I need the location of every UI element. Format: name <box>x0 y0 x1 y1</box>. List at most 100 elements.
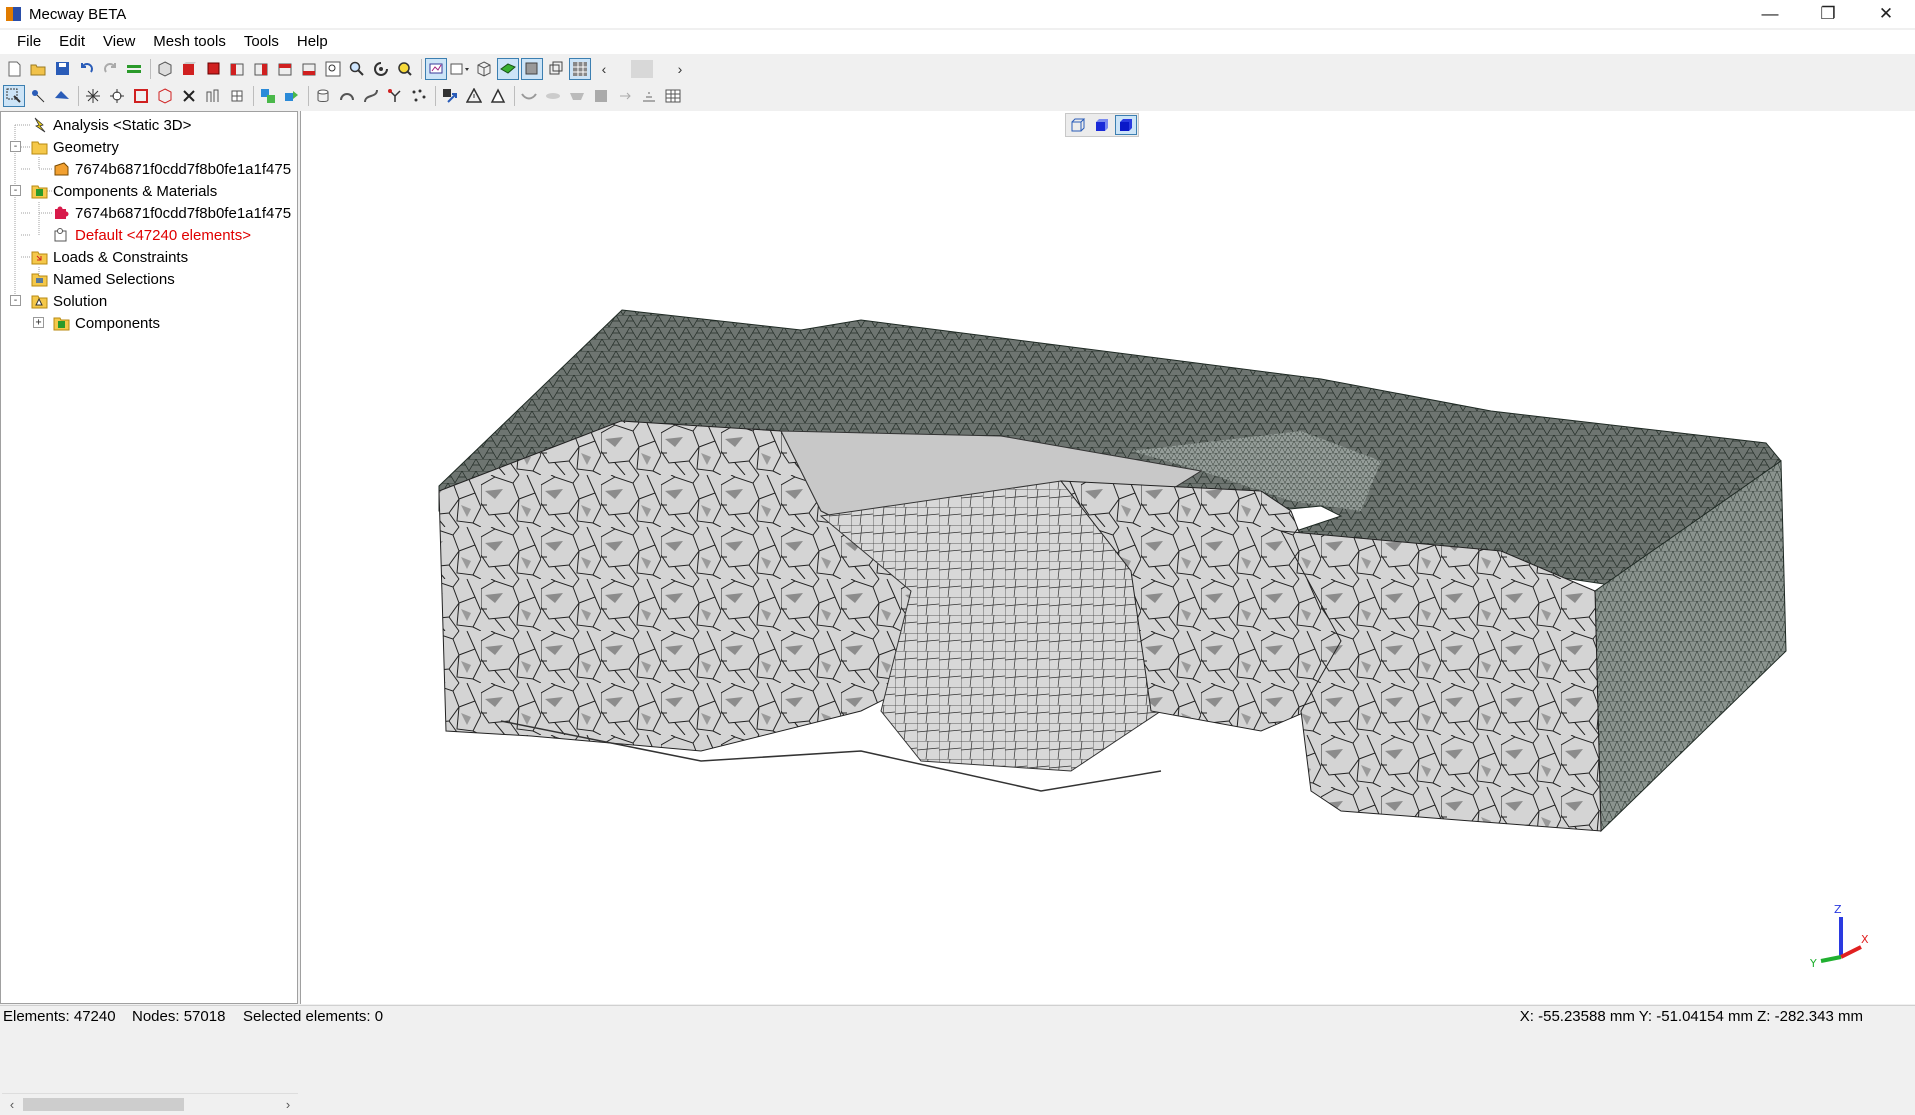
wireframe-button[interactable] <box>473 58 495 80</box>
mesh-front-right-face <box>1280 530 1602 832</box>
shell-disabled-button <box>542 85 564 107</box>
grid-disabled-button <box>590 85 612 107</box>
select-element-button[interactable] <box>51 85 73 107</box>
menu-help[interactable]: Help <box>288 30 337 54</box>
tree-geometry-label: Geometry <box>53 138 119 156</box>
mesh-display-button[interactable] <box>569 57 591 80</box>
scatter-button[interactable] <box>408 85 430 107</box>
folder-icon <box>31 141 48 155</box>
tree-solution-components-label: Components <box>75 314 161 332</box>
collapse-components-toggle[interactable]: - <box>10 185 21 196</box>
equals-icon-button[interactable] <box>123 58 145 80</box>
tree-component-item[interactable]: 7674b6871f0cdd7f8b0fe1a1f475 <box>53 202 291 224</box>
scroll-left-arrow[interactable]: ‹ <box>2 1094 22 1115</box>
view-left-button[interactable] <box>226 58 248 80</box>
view-front-button[interactable] <box>178 58 200 80</box>
undo-button[interactable] <box>75 58 97 80</box>
menu-file[interactable]: File <box>8 30 50 54</box>
tree-named-selections[interactable]: Named Selections <box>31 268 175 290</box>
tree-default-elements[interactable]: Default <47240 elements> <box>53 224 251 246</box>
tree-components-materials[interactable]: Components & Materials <box>31 180 217 202</box>
menu-view[interactable]: View <box>94 30 144 54</box>
display-options-dropdown[interactable] <box>449 58 471 80</box>
scrollbar-thumb[interactable] <box>23 1098 184 1111</box>
explode-button[interactable] <box>82 85 104 107</box>
select-box-button[interactable] <box>3 84 25 107</box>
tree-solution-label: Solution <box>53 292 108 310</box>
save-button[interactable] <box>51 58 73 80</box>
axis-y-label: Y <box>1809 957 1817 970</box>
tree-analysis[interactable]: Analysis <Static 3D> <box>31 114 191 136</box>
app-icon <box>5 5 23 23</box>
empty-component-icon <box>54 228 67 242</box>
tree-loads-constraints[interactable]: Loads & Constraints <box>31 246 188 268</box>
zoom-button[interactable] <box>346 58 368 80</box>
view-top-button[interactable] <box>274 58 296 80</box>
surface-disabled-button <box>518 85 540 107</box>
cylinder-button[interactable] <box>312 85 334 107</box>
align-disabled-button <box>638 85 660 107</box>
tree-loads-constraints-label: Loads & Constraints <box>53 248 189 266</box>
view-right-button[interactable] <box>250 58 272 80</box>
tree-solution[interactable]: Solution <box>31 290 107 312</box>
restore-button[interactable]: ❐ <box>1799 0 1857 28</box>
model-tree: Analysis <Static 3D> - Geometry 7674b687… <box>0 111 298 1114</box>
scroll-left-button[interactable]: ‹ <box>593 58 615 80</box>
open-file-button[interactable] <box>27 58 49 80</box>
menu-tools[interactable]: Tools <box>235 30 288 54</box>
tree-geometry-item[interactable]: 7674b6871f0cdd7f8b0fe1a1f475 <box>53 158 291 180</box>
scroll-right-button[interactable]: › <box>669 58 691 80</box>
toolbar-separator <box>308 85 309 106</box>
revolve-button[interactable] <box>336 85 358 107</box>
rotate-button[interactable] <box>370 58 392 80</box>
split-button[interactable] <box>384 85 406 107</box>
extrude-button[interactable] <box>202 85 224 107</box>
close-button[interactable]: ✕ <box>1857 0 1915 28</box>
minimize-button[interactable]: — <box>1741 0 1799 28</box>
tree-solution-components[interactable]: Components <box>53 312 160 334</box>
copy-mesh-button[interactable] <box>257 85 279 107</box>
tree-components-materials-label: Components & Materials <box>53 182 218 200</box>
status-bar: Elements: 47240 Nodes: 57018 Selected el… <box>0 1005 1915 1027</box>
new-file-button[interactable] <box>3 58 25 80</box>
refine-button[interactable] <box>226 85 248 107</box>
3d-viewport[interactable]: Z X Y <box>300 111 1915 1004</box>
shaded-edges-button[interactable] <box>521 57 543 80</box>
table-button[interactable] <box>662 85 684 107</box>
hidden-lines-button[interactable] <box>545 58 567 80</box>
view-back-button[interactable] <box>202 58 224 80</box>
axis-z-label: Z <box>1834 903 1842 916</box>
status-elements: Elements: 47240 <box>3 1008 116 1025</box>
view-bottom-button[interactable] <box>298 58 320 80</box>
delete-button[interactable] <box>178 85 200 107</box>
display-mode-button[interactable] <box>425 57 447 80</box>
bowl-disabled-button <box>566 85 588 107</box>
select-face-button[interactable] <box>130 85 152 107</box>
menu-edit[interactable]: Edit <box>50 30 94 54</box>
select-solid-button[interactable] <box>154 85 176 107</box>
named-selections-icon <box>31 273 48 287</box>
redo-button[interactable] <box>99 58 121 80</box>
tree-horizontal-scrollbar[interactable]: ‹ › <box>2 1093 298 1114</box>
load-arrow-button[interactable] <box>439 85 461 107</box>
toolbar-separator <box>150 58 151 79</box>
zoom-fit-button[interactable] <box>394 58 416 80</box>
node-tool-button[interactable] <box>106 85 128 107</box>
triangle-button[interactable] <box>487 85 509 107</box>
collapse-solution-toggle[interactable]: - <box>10 295 21 306</box>
select-node-button[interactable] <box>27 85 49 107</box>
constraint-button[interactable] <box>463 85 485 107</box>
scroll-right-arrow[interactable]: › <box>278 1094 298 1115</box>
status-nodes: Nodes: 57018 <box>132 1008 226 1025</box>
move-mesh-button[interactable] <box>281 85 303 107</box>
collapse-geometry-toggle[interactable]: - <box>10 141 21 152</box>
status-selected: Selected elements: 0 <box>243 1008 384 1025</box>
view-iso-button[interactable] <box>154 58 176 80</box>
tree-geometry[interactable]: Geometry <box>31 136 119 158</box>
sweep-button[interactable] <box>360 85 382 107</box>
shaded-button[interactable] <box>497 57 519 80</box>
expand-solution-components-toggle[interactable]: + <box>33 317 44 328</box>
menu-mesh-tools[interactable]: Mesh tools <box>144 30 235 54</box>
selection-toolbar <box>0 82 1915 109</box>
zoom-window-button[interactable] <box>322 58 344 80</box>
